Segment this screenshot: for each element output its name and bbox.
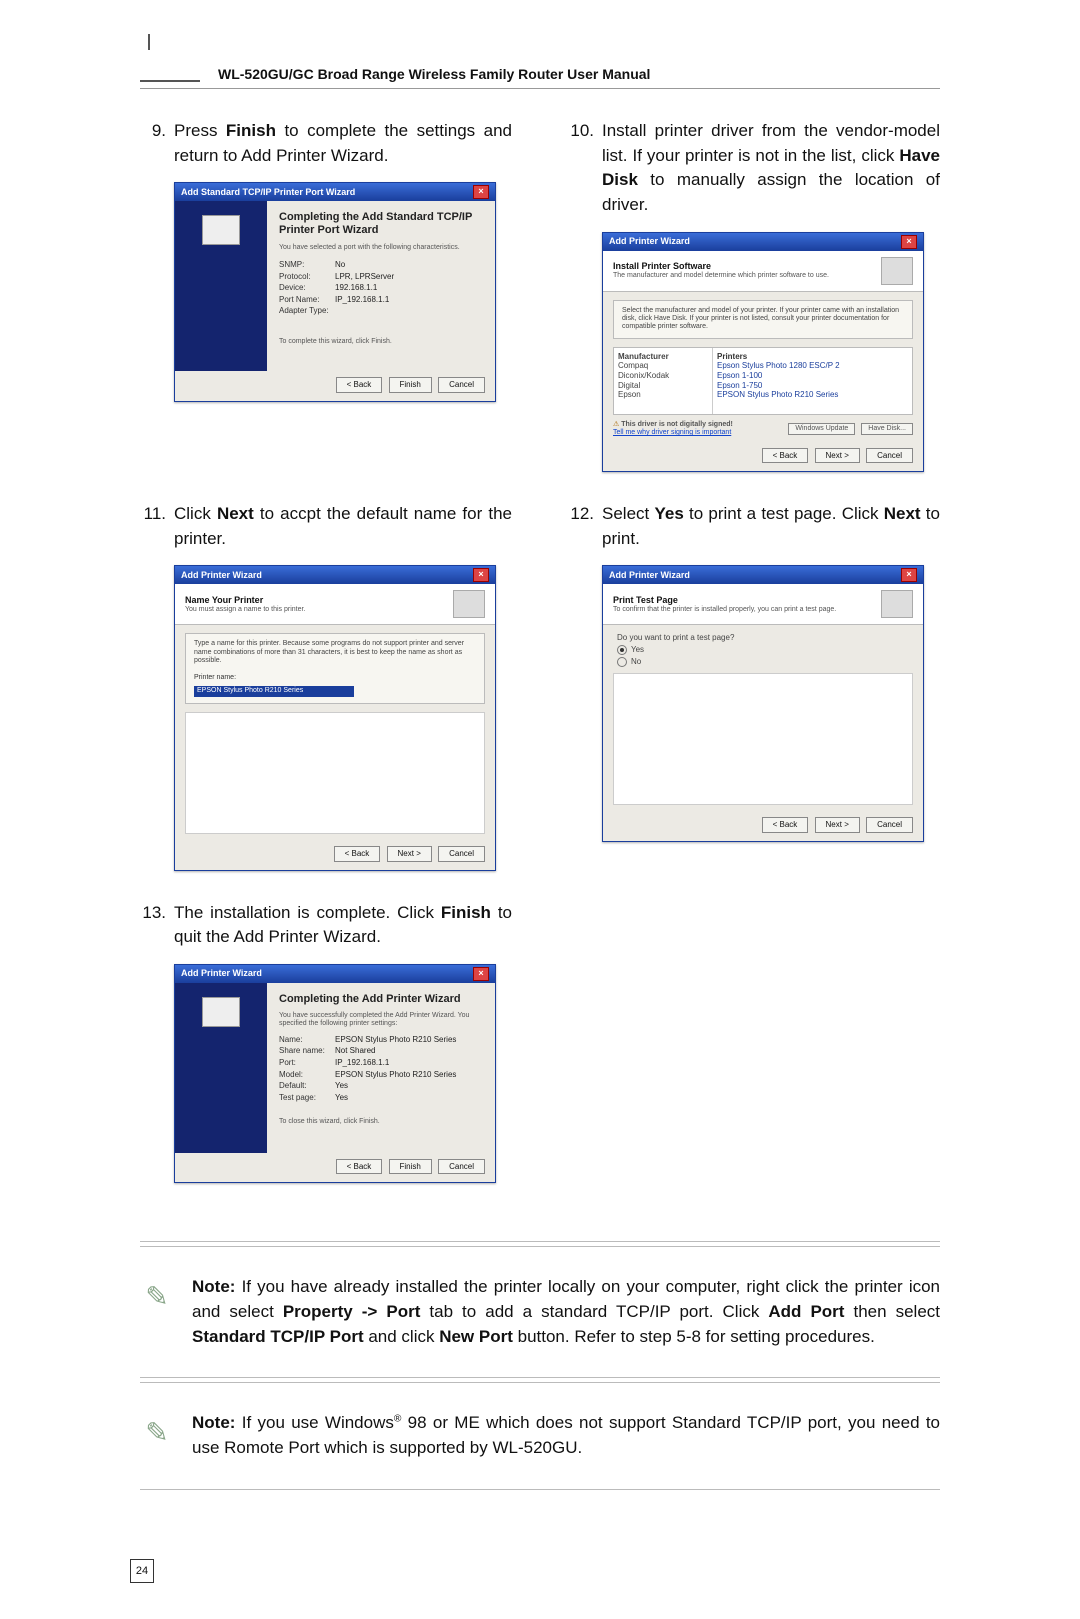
note-2: ✎ Note: If you use Windows® 98 or ME whi… — [140, 1411, 940, 1460]
cancel-button[interactable]: Cancel — [438, 1159, 485, 1175]
cancel-button[interactable]: Cancel — [438, 846, 485, 862]
printer-icon — [881, 257, 913, 285]
printer-icon — [881, 590, 913, 618]
dialog-tcpip-port-complete: Add Standard TCP/IP Printer Port Wizard … — [174, 182, 496, 402]
dialog-completing-add-printer: Add Printer Wizard × Completing the Add … — [174, 964, 496, 1184]
dialog-title: Add Printer Wizard — [609, 570, 690, 581]
note-1: ✎ Note: If you have already installed th… — [140, 1275, 940, 1349]
test-page-yes[interactable]: Yes — [617, 645, 923, 655]
printer-icon — [202, 215, 240, 245]
cancel-button[interactable]: Cancel — [866, 817, 913, 833]
have-disk-button[interactable]: Have Disk... — [861, 423, 913, 435]
step-11: 11. Click Next to accpt the default name… — [140, 502, 512, 551]
dialog-title: Add Standard TCP/IP Printer Port Wizard — [181, 187, 355, 198]
back-button[interactable]: < Back — [336, 377, 383, 393]
separator — [140, 1489, 940, 1490]
page-number: 24 — [130, 1559, 154, 1583]
page-header: WL-520GU/GC Broad Range Wireless Family … — [140, 50, 940, 89]
dialog-name-your-printer: Add Printer Wizard × Name Your Printer Y… — [174, 565, 496, 870]
back-button[interactable]: < Back — [762, 448, 809, 464]
next-button[interactable]: Next > — [815, 817, 860, 833]
close-icon[interactable]: × — [901, 235, 917, 249]
cancel-button[interactable]: Cancel — [866, 448, 913, 464]
cancel-button[interactable]: Cancel — [438, 377, 485, 393]
note-icon: ✎ — [140, 1275, 174, 1349]
step-13: 13. The installation is complete. Click … — [140, 901, 512, 950]
finish-button[interactable]: Finish — [389, 377, 432, 393]
manufacturer-printer-list[interactable]: Manufacturer Compaq Diconix/Kodak Digita… — [613, 347, 913, 415]
step-9: 9. Press Finish to complete the settings… — [140, 119, 512, 168]
printer-icon — [453, 590, 485, 618]
instruction-panel: Select the manufacturer and model of you… — [613, 300, 913, 339]
close-icon[interactable]: × — [473, 967, 489, 981]
dialog-print-test-page: Add Printer Wizard × Print Test Page To … — [602, 565, 924, 841]
back-button[interactable]: < Back — [336, 1159, 383, 1175]
finish-button[interactable]: Finish — [389, 1159, 432, 1175]
close-icon[interactable]: × — [473, 568, 489, 582]
windows-update-button[interactable]: Windows Update — [788, 423, 855, 435]
manual-title: WL-520GU/GC Broad Range Wireless Family … — [218, 66, 650, 82]
printer-name-input[interactable]: EPSON Stylus Photo R210 Series — [194, 686, 354, 697]
next-button[interactable]: Next > — [815, 448, 860, 464]
separator — [140, 1241, 940, 1247]
dialog-title: Add Printer Wizard — [609, 236, 690, 247]
printer-icon — [202, 997, 240, 1027]
back-button[interactable]: < Back — [334, 846, 381, 862]
step-12: 12. Select Yes to print a test page. Cli… — [568, 502, 940, 551]
close-icon[interactable]: × — [901, 568, 917, 582]
dialog-title: Add Printer Wizard — [181, 968, 262, 979]
wizard-heading: Completing the Add Standard TCP/IP Print… — [279, 211, 483, 237]
separator — [140, 1377, 940, 1383]
note-icon: ✎ — [140, 1411, 174, 1460]
test-page-no[interactable]: No — [617, 657, 923, 667]
dialog-install-printer-software: Add Printer Wizard × Install Printer Sof… — [602, 232, 924, 473]
close-icon[interactable]: × — [473, 185, 489, 199]
step-10: 10. Install printer driver from the vend… — [568, 119, 940, 218]
wizard-subtitle: You have selected a port with the follow… — [279, 244, 483, 252]
router-icon — [140, 50, 200, 82]
next-button[interactable]: Next > — [387, 846, 432, 862]
dialog-title: Add Printer Wizard — [181, 570, 262, 581]
back-button[interactable]: < Back — [762, 817, 809, 833]
